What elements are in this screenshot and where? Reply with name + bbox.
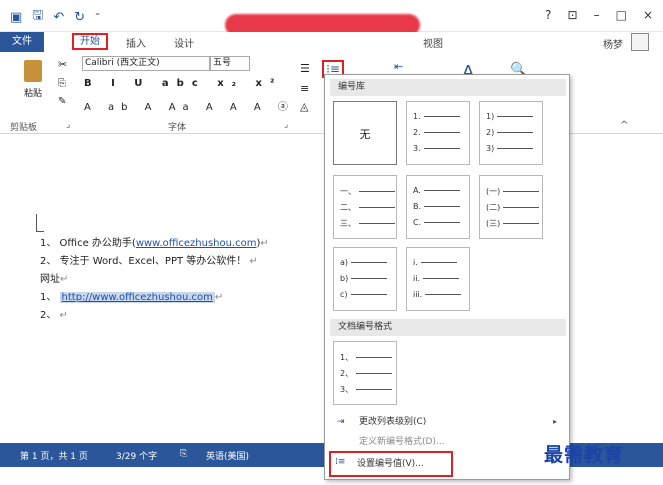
define-new-number-format-item[interactable]: 定义新编号格式(D)... bbox=[333, 433, 563, 451]
word-count[interactable]: 3/29 个字 bbox=[116, 449, 157, 462]
indent-icon[interactable]: ⇤ bbox=[394, 60, 403, 73]
customize-qat-icon[interactable]: ⁼ bbox=[95, 12, 100, 22]
tab-file[interactable]: 文件 bbox=[0, 32, 44, 52]
doc-line-2[interactable]: 2、 专注于 Word、Excel、PPT 等办公软件！ ↵ bbox=[40, 252, 258, 267]
set-value-icon: ⁞≡ bbox=[335, 457, 346, 467]
paste-icon[interactable] bbox=[24, 60, 42, 82]
cut-icon[interactable]: ✂ bbox=[58, 58, 67, 71]
submenu-arrow-icon: ▸ bbox=[552, 417, 557, 426]
numbering-dropdown: 编号库 无 1. 2. 3. 1) 2) 3) 一、 二、 三、 A. B. C… bbox=[324, 74, 570, 480]
numbering-library-header: 编号库 bbox=[330, 79, 566, 96]
ribbon-display-icon[interactable]: ⊡ bbox=[568, 8, 578, 22]
doc-line-4[interactable]: 1、 http://www.officezhushou.com ↵ bbox=[40, 288, 223, 303]
font-name-select[interactable]: Calibri (西文正文) bbox=[82, 56, 210, 71]
quick-access-toolbar: ▣ 🖫 ↶ ↻ ⁼ bbox=[10, 6, 100, 28]
numbering-tile-chinese[interactable]: 一、 二、 三、 bbox=[333, 175, 397, 239]
tab-home[interactable]: 开始 bbox=[72, 33, 108, 50]
title-bar: ▣ 🖫 ↶ ↻ ⁼ ? ⊡ – □ × bbox=[0, 0, 663, 36]
numbering-tile-lower-alpha[interactable]: a) b) c) bbox=[333, 247, 397, 311]
language-indicator[interactable]: 英语(美国) bbox=[206, 449, 249, 462]
doc-link-selected[interactable]: http://www.officezhushou.com bbox=[62, 292, 213, 303]
document-number-formats-header: 文档编号格式 bbox=[330, 319, 566, 336]
change-list-level-item[interactable]: ⇥ 更改列表级别(C) ▸ bbox=[333, 413, 563, 431]
margin-corner-mark bbox=[36, 214, 44, 232]
shading-icon[interactable]: ◬ bbox=[300, 100, 308, 113]
numbering-tile-chinese-paren[interactable]: (一) (二) (三) bbox=[479, 175, 543, 239]
maximize-icon[interactable]: □ bbox=[616, 8, 627, 22]
watermark-logo: 最需教育 bbox=[544, 444, 625, 466]
doc-line-3[interactable]: 网址↵ bbox=[40, 270, 68, 285]
tab-design[interactable]: 设计 bbox=[174, 35, 194, 50]
tab-insert[interactable]: 插入 bbox=[126, 35, 146, 50]
proofing-icon[interactable]: ⎘ bbox=[180, 449, 187, 459]
numbering-tile-upper-alpha[interactable]: A. B. C. bbox=[406, 175, 470, 239]
avatar[interactable] bbox=[631, 33, 649, 51]
font-launcher-icon[interactable]: ⌟ bbox=[284, 120, 288, 130]
numbering-tile-decimal-dot[interactable]: 1. 2. 3. bbox=[406, 101, 470, 165]
list-level-icon: ⇥ bbox=[337, 417, 345, 427]
collapse-ribbon-icon[interactable]: ^ bbox=[620, 120, 628, 131]
clipboard-group-label: 剪贴板 bbox=[10, 123, 38, 133]
font-format-buttons[interactable]: B I U abc x₂ x² bbox=[84, 78, 282, 89]
ribbon-tabs: 文件 开始 插入 设计 视图 杨梦 bbox=[0, 32, 663, 52]
user-name[interactable]: 杨梦 bbox=[603, 36, 623, 51]
paste-button-label[interactable]: 粘贴 bbox=[24, 86, 42, 99]
tab-view[interactable]: 视图 bbox=[423, 35, 443, 50]
font-group-label: 字体 bbox=[168, 123, 187, 133]
set-numbering-value-item[interactable]: ⁞≡ 设置编号值(V)... bbox=[329, 451, 453, 477]
bullets-icon[interactable]: ☰ bbox=[300, 62, 310, 75]
save-icon[interactable]: 🖫 bbox=[32, 6, 43, 28]
minimize-icon[interactable]: – bbox=[594, 8, 600, 22]
close-icon[interactable]: × bbox=[643, 8, 653, 22]
help-icon[interactable]: ? bbox=[545, 8, 551, 22]
numbering-tile-document-format[interactable]: 1、 2、 3、 bbox=[333, 341, 397, 405]
clipboard-launcher-icon[interactable]: ⌟ bbox=[66, 120, 70, 130]
redo-icon[interactable]: ↻ bbox=[74, 10, 85, 25]
numbering-tile-lower-roman[interactable]: i. ii. iii. bbox=[406, 247, 470, 311]
format-painter-icon[interactable]: ✎ bbox=[58, 96, 66, 107]
window-controls: ? ⊡ – □ × bbox=[545, 8, 653, 22]
page-count[interactable]: 第 1 页，共 1 页 bbox=[20, 449, 88, 462]
numbering-tile-decimal-paren[interactable]: 1) 2) 3) bbox=[479, 101, 543, 165]
word-icon: ▣ bbox=[10, 9, 23, 25]
copy-icon[interactable]: ⎘ bbox=[58, 78, 66, 89]
doc-link[interactable]: www.officezhushou.com bbox=[136, 238, 257, 249]
doc-line-5[interactable]: 2、 ↵ bbox=[40, 306, 68, 321]
doc-line-1[interactable]: 1、 Office 办公助手(www.officezhushou.com)↵ bbox=[40, 234, 269, 249]
font-effect-buttons[interactable]: A ab A Aa A A A ⓐ bbox=[84, 98, 295, 113]
align-icon[interactable]: ≡ bbox=[300, 82, 309, 95]
undo-icon[interactable]: ↶ bbox=[53, 10, 64, 25]
font-size-select[interactable]: 五号 bbox=[210, 56, 250, 71]
numbering-none-tile[interactable]: 无 bbox=[333, 101, 397, 165]
